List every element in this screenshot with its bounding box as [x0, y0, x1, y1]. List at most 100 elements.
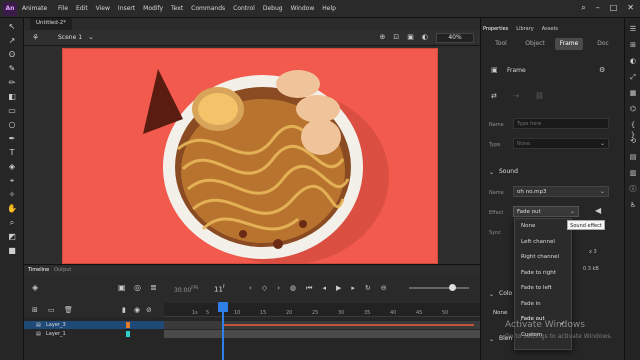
scene-name[interactable]: Scene 1: [58, 34, 82, 41]
fps-value[interactable]: 30.00FPS: [174, 285, 198, 294]
layer-track[interactable]: [164, 330, 480, 338]
close-icon[interactable]: ✕: [627, 3, 634, 13]
hand-tool-icon[interactable]: ✋: [5, 204, 19, 214]
menu-modify[interactable]: Modify: [143, 5, 163, 12]
menu-window[interactable]: Window: [291, 5, 315, 12]
stage-canvas[interactable]: [62, 48, 438, 264]
layers-icon[interactable]: ◈: [32, 283, 38, 292]
collapse-icon[interactable]: ⌄: [489, 169, 494, 176]
zoom-tool-icon[interactable]: ⌕: [5, 218, 19, 228]
camera-icon[interactable]: ▣: [407, 33, 414, 41]
dropdown-option[interactable]: Left channel: [515, 235, 571, 251]
camera-icon[interactable]: ▣: [118, 283, 126, 292]
link-icon[interactable]: ⛓: [535, 92, 544, 100]
tab-doc[interactable]: Doc: [589, 38, 617, 50]
library-icon[interactable]: ▥: [628, 168, 638, 178]
effect-select[interactable]: Fade out ⌄: [513, 206, 579, 217]
info-icon[interactable]: ⓘ: [628, 184, 638, 194]
minimize-icon[interactable]: –: [596, 3, 600, 13]
layer-row-layer-3[interactable]: ▤ Layer_3: [24, 321, 480, 329]
layer-depth-icon[interactable]: ≣: [150, 283, 157, 292]
layer-name[interactable]: Layer_3: [46, 322, 66, 328]
onion-skin-icon[interactable]: ◎: [134, 283, 141, 292]
settings-icon[interactable]: ⚙: [599, 66, 605, 74]
color-icon[interactable]: ◐: [628, 56, 638, 66]
tab-properties[interactable]: Properties: [483, 26, 508, 32]
transform-icon[interactable]: ⤢: [628, 72, 638, 82]
scene-panel-icon[interactable]: ▤: [628, 152, 638, 162]
tab-tool[interactable]: Tool: [487, 38, 515, 50]
dropdown-option[interactable]: None: [515, 219, 571, 235]
menu-text[interactable]: Text: [171, 5, 183, 12]
document-tab[interactable]: Untitled-2*: [30, 18, 72, 30]
dropdown-option[interactable]: Fade in: [515, 297, 571, 313]
layer-color-swatch[interactable]: [126, 331, 130, 337]
menu-debug[interactable]: Debug: [263, 5, 283, 12]
sound-name-select[interactable]: oh no.mp3 ⌄: [513, 186, 609, 197]
pencil-tool-icon[interactable]: ✏: [5, 78, 19, 88]
zoom-select[interactable]: 40%: [436, 33, 474, 43]
paint-bucket-icon[interactable]: ◈: [5, 162, 19, 172]
collapse-icon[interactable]: ⌄: [489, 336, 494, 343]
delete-layer-icon[interactable]: 🗑: [64, 306, 73, 314]
lock-icon[interactable]: ⊘: [146, 306, 152, 314]
layer-row-layer-1[interactable]: ▤ Layer_1: [24, 330, 480, 338]
tween-icon[interactable]: ⇢: [513, 92, 519, 100]
dropdown-option[interactable]: Fade to left: [515, 281, 571, 297]
new-layer-icon[interactable]: ⊞: [32, 306, 38, 314]
menu-view[interactable]: View: [96, 5, 110, 12]
playhead[interactable]: [222, 303, 224, 360]
tab-assets[interactable]: Assets: [542, 26, 558, 32]
bone-tool-icon[interactable]: ✧: [5, 190, 19, 200]
search-icon[interactable]: ⌕: [581, 3, 585, 13]
loop-icon[interactable]: ↻: [365, 284, 371, 293]
align-icon[interactable]: ⊞: [628, 40, 638, 50]
text-tool-icon[interactable]: T: [5, 148, 19, 158]
history-icon[interactable]: ⟲: [628, 136, 638, 146]
menu-insert[interactable]: Insert: [118, 5, 135, 12]
frame-ruler[interactable]: 1s 5 10 15 20 25 30 35 40 45 50: [164, 303, 480, 317]
first-frame-icon[interactable]: ⏮: [306, 284, 312, 293]
tab-timeline[interactable]: Timeline: [28, 267, 49, 273]
center-stage-icon[interactable]: ⊕: [380, 33, 386, 41]
motion-presets-icon[interactable]: ⌬: [628, 104, 638, 114]
next-frame-icon[interactable]: ›: [277, 284, 280, 293]
clip-icon[interactable]: ⊡: [393, 33, 399, 41]
tab-output[interactable]: Output: [54, 267, 71, 273]
new-folder-icon[interactable]: ▭: [48, 306, 55, 314]
visibility-icon[interactable]: ◉: [134, 306, 140, 314]
edit-envelope-icon[interactable]: ◀: [595, 206, 601, 215]
frame-type-select[interactable]: None ⌄: [513, 138, 609, 149]
accessibility-icon[interactable]: ♿: [628, 200, 638, 210]
brush-tool-icon[interactable]: ✎: [5, 64, 19, 74]
dropdown-option[interactable]: Right channel: [515, 250, 571, 266]
menu-edit[interactable]: Edit: [76, 5, 88, 12]
pen-tool-icon[interactable]: ✒: [5, 134, 19, 144]
eraser-tool-icon[interactable]: ◧: [5, 92, 19, 102]
components-icon[interactable]: ▦: [628, 88, 638, 98]
step-forward-icon[interactable]: ▸: [351, 284, 355, 293]
tab-object[interactable]: Object: [521, 38, 549, 50]
timeline-zoom-knob[interactable]: [449, 284, 456, 291]
layer-color-swatch[interactable]: [126, 322, 130, 328]
maximize-icon[interactable]: □: [610, 3, 618, 13]
dropdown-option[interactable]: Fade to right: [515, 266, 571, 282]
rectangle-tool-icon[interactable]: ▭: [5, 106, 19, 116]
previous-frame-icon[interactable]: ‹: [249, 284, 252, 293]
menu-help[interactable]: Help: [322, 5, 336, 12]
swap-icon[interactable]: ⇄: [491, 92, 497, 100]
selection-tool-icon[interactable]: ↖: [5, 22, 19, 32]
onion-icon[interactable]: ◍: [290, 284, 296, 293]
layer-name[interactable]: Layer_1: [46, 331, 66, 337]
subselection-tool-icon[interactable]: ↗: [5, 36, 19, 46]
timeline-zoom-slider[interactable]: [409, 287, 469, 289]
stroke-color-icon[interactable]: ◩: [5, 232, 19, 242]
step-back-icon[interactable]: ◂: [322, 284, 326, 293]
fill-color-icon[interactable]: ■: [5, 246, 19, 256]
menu-file[interactable]: File: [58, 5, 68, 12]
play-icon[interactable]: ▶: [336, 284, 341, 293]
chevron-down-icon[interactable]: ⌄: [88, 33, 94, 41]
properties-icon[interactable]: ☰: [628, 24, 638, 34]
insert-keyframe-icon[interactable]: ◇: [262, 284, 267, 293]
lasso-tool-icon[interactable]: ʘ: [5, 50, 19, 60]
